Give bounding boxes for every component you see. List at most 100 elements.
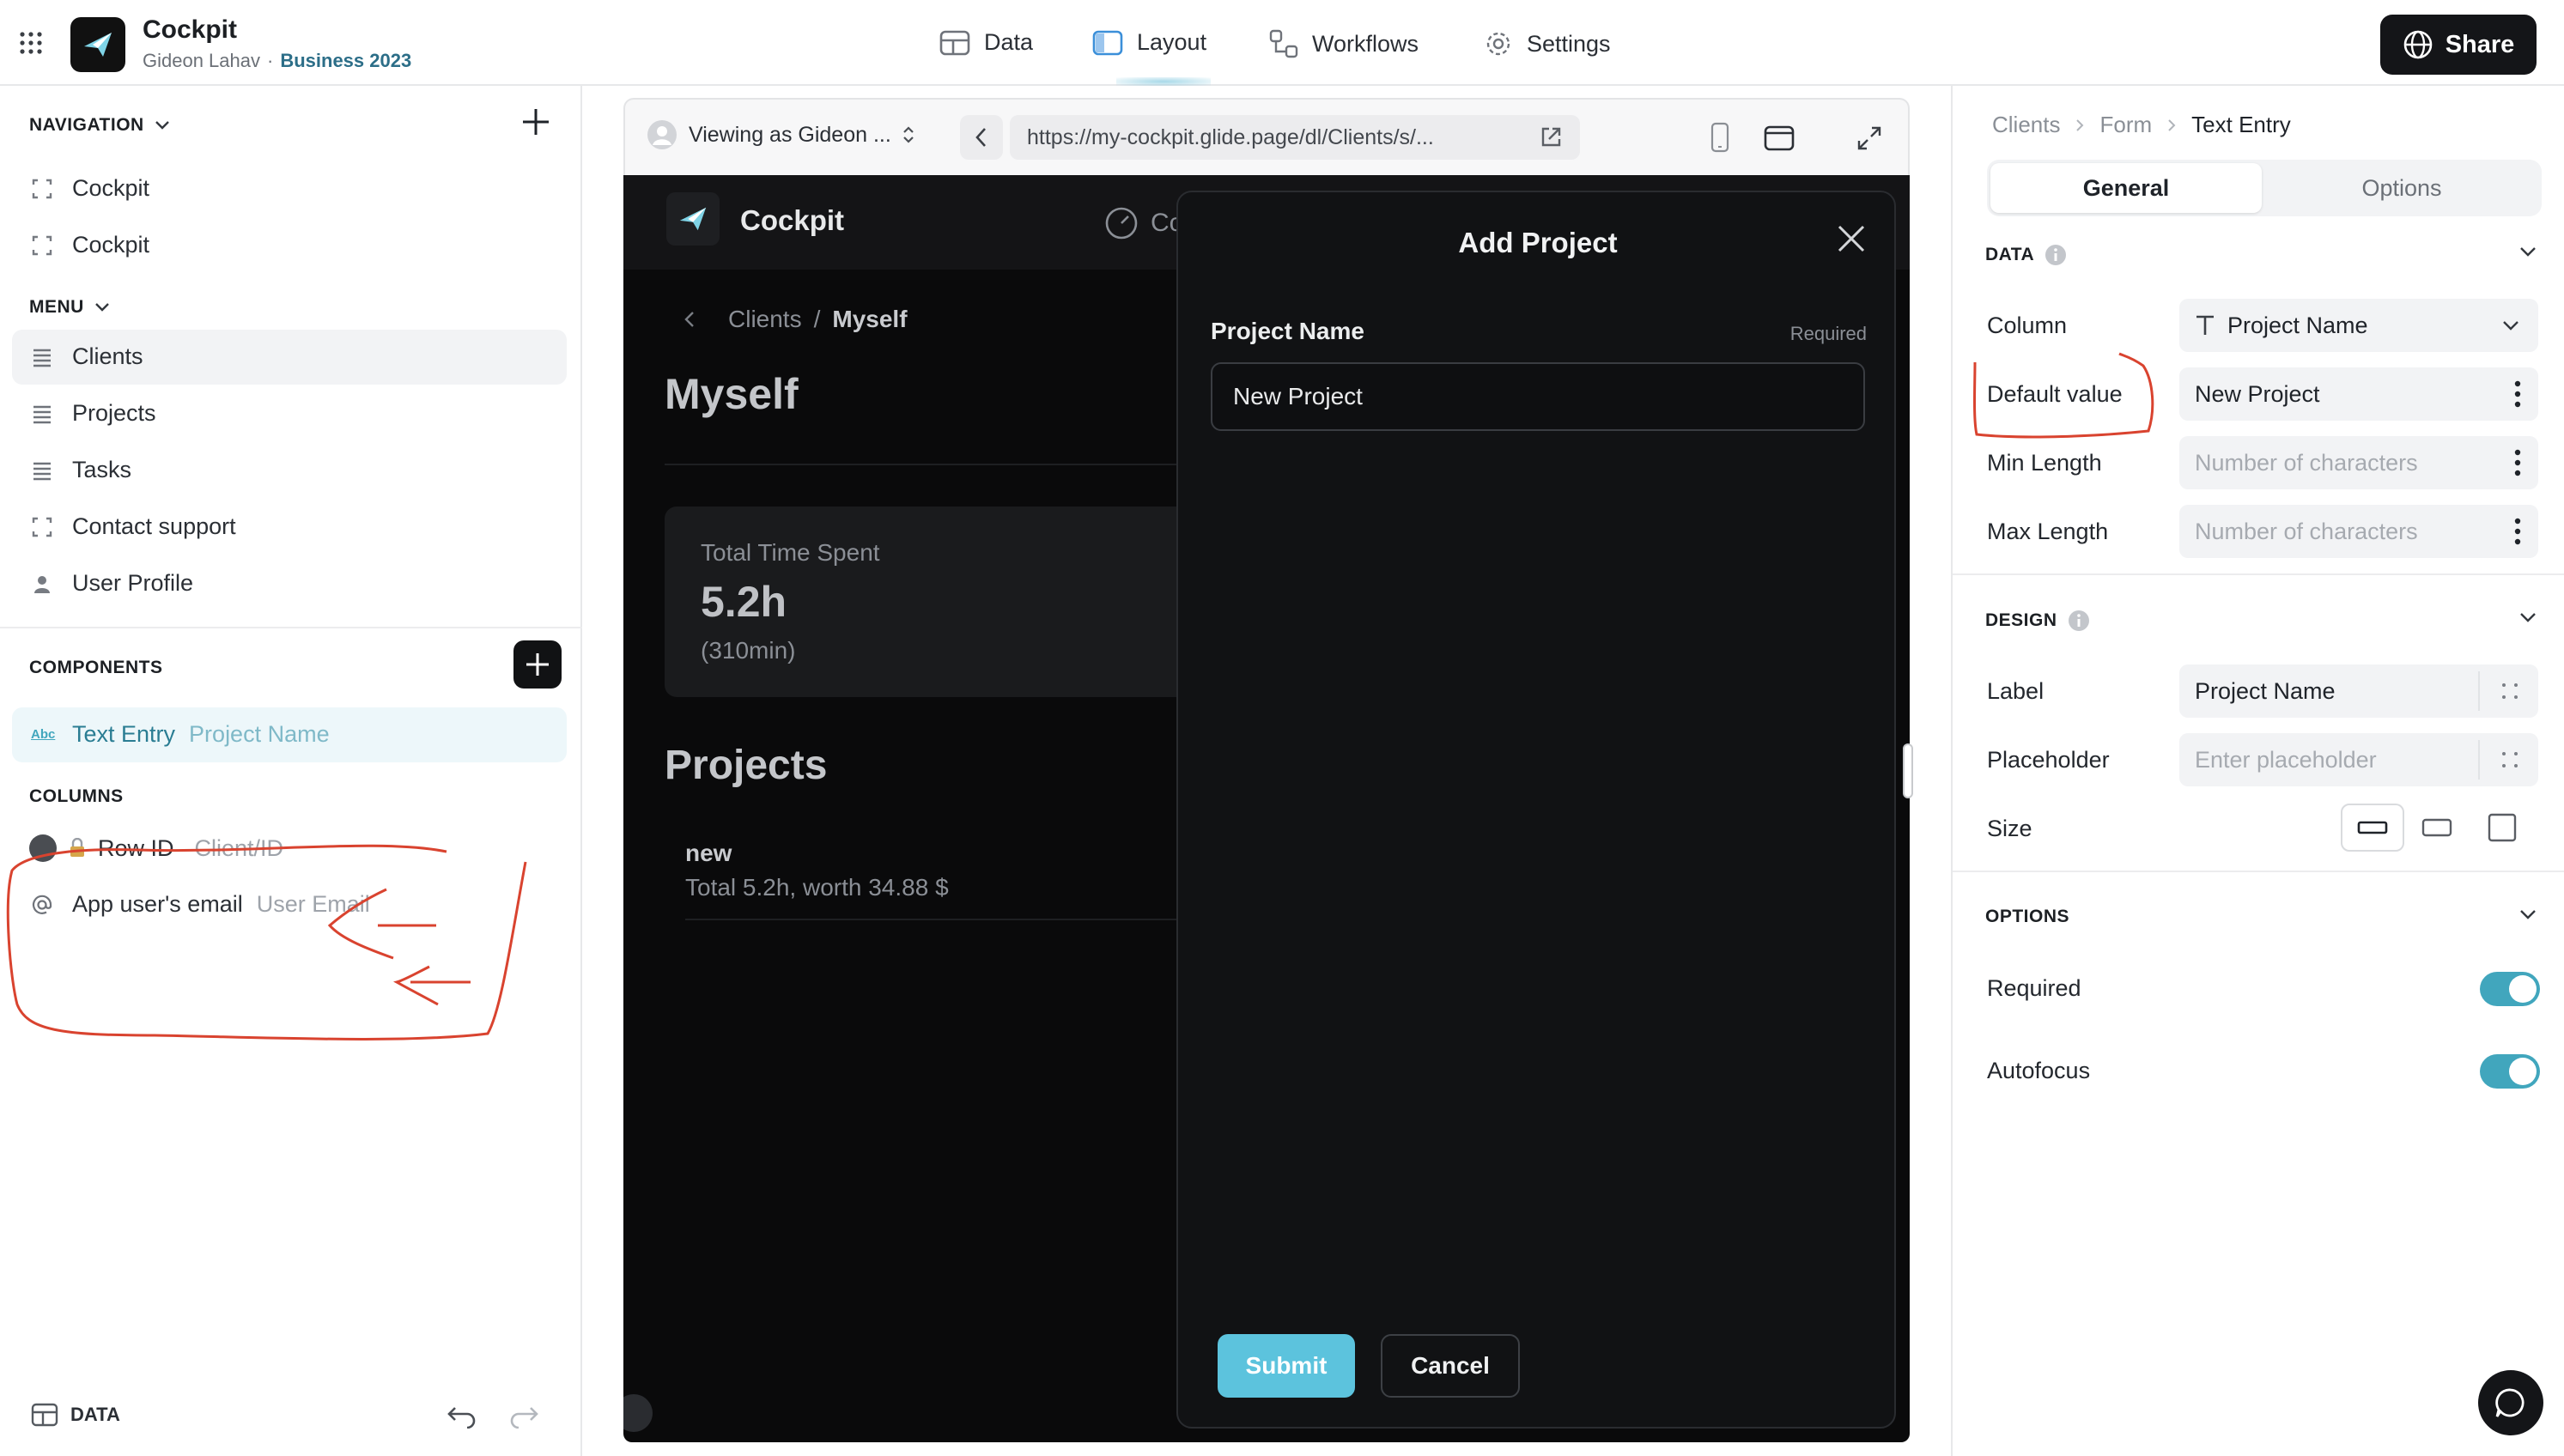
open-external-icon[interactable] [1539, 125, 1563, 149]
close-icon[interactable] [1836, 223, 1867, 254]
min-length-label: Min Length [1987, 450, 2102, 476]
chat-button[interactable] [2478, 1370, 2543, 1435]
right-divider [1953, 871, 2564, 872]
projects-heading: Projects [665, 743, 828, 788]
max-length-field[interactable]: Number of characters [2179, 505, 2538, 558]
properties-tabs: General Options [1987, 160, 2542, 216]
size-label: Size [1987, 816, 2032, 841]
navigation-header-label: NAVIGATION [29, 115, 144, 135]
add-project-modal: Add Project Project Name Required New Pr… [1176, 191, 1896, 1429]
collapse-design-icon[interactable] [2519, 611, 2537, 623]
label-field[interactable]: Project Name [2179, 664, 2538, 718]
binding-dots-icon[interactable] [2500, 682, 2519, 701]
more-vertical-icon[interactable] [2514, 448, 2521, 477]
project-title[interactable]: new [685, 840, 732, 867]
menu-item-projects[interactable]: Projects [31, 400, 156, 427]
submit-label: Submit [1245, 1352, 1328, 1379]
tab-settings[interactable]: Settings [1484, 29, 1611, 58]
breadcrumb-parent[interactable]: Clients [728, 306, 802, 333]
share-button[interactable]: Share [2380, 15, 2537, 75]
assistant-bubble[interactable] [623, 1394, 653, 1432]
size-small-icon [2357, 821, 2388, 834]
list-icon [33, 405, 51, 423]
redo-icon[interactable] [508, 1403, 539, 1429]
table-icon [939, 30, 970, 55]
menu-item-contact-support[interactable]: Contact support [31, 513, 236, 540]
menu-item-tasks[interactable]: Tasks [31, 457, 131, 483]
collapse-data-icon[interactable] [2519, 246, 2537, 258]
viewing-as-label: Viewing as Gideon ... [689, 122, 891, 147]
required-toggle[interactable] [2480, 972, 2540, 1006]
menu-item-clients[interactable]: Clients [31, 343, 143, 370]
placeholder-field[interactable]: Enter placeholder [2179, 733, 2538, 786]
size-medium-button[interactable] [2404, 804, 2470, 852]
menu-item-user-profile[interactable]: User Profile [31, 570, 193, 597]
nav-item-cockpit-2[interactable]: Cockpit [31, 232, 149, 258]
undo-icon[interactable] [447, 1403, 477, 1429]
layout-icon [1092, 30, 1123, 55]
gear-icon [1486, 32, 1510, 56]
top-bar: Cockpit Gideon Lahav · Business 2023 Dat… [0, 0, 2564, 86]
left-panel: NAVIGATION Cockpit Cockpit MENU Clients … [0, 86, 582, 1456]
frame-icon [32, 517, 52, 537]
component-name: Text Entry [72, 721, 176, 747]
app-grid-icon[interactable] [19, 31, 43, 55]
tab-options[interactable]: Options [2265, 163, 2538, 213]
data-footer-button[interactable]: DATA [31, 1403, 120, 1427]
more-vertical-icon[interactable] [2514, 517, 2521, 546]
project-name-input[interactable]: New Project [1211, 362, 1865, 431]
crumb-clients[interactable]: Clients [1992, 112, 2060, 138]
submit-button[interactable]: Submit [1218, 1334, 1355, 1398]
min-length-field[interactable]: Number of characters [2179, 436, 2538, 489]
info-icon [2045, 245, 2067, 265]
crumb-text-entry: Text Entry [2191, 112, 2291, 137]
metric-value: 5.2h [701, 578, 787, 626]
tab-workflows[interactable]: Workflows [1269, 29, 1419, 58]
nav-item-cockpit-1[interactable]: Cockpit [31, 175, 149, 202]
url-bar[interactable]: https://my-cockpit.glide.page/dl/Clients… [1010, 115, 1580, 160]
collapse-options-icon[interactable] [2519, 908, 2537, 920]
chevron-left-icon [975, 128, 986, 147]
more-vertical-icon[interactable] [2514, 379, 2521, 409]
chevron-right-icon [2076, 118, 2084, 131]
tab-general-label: General [2082, 174, 2170, 201]
url-text: https://my-cockpit.glide.page/dl/Clients… [1027, 124, 1434, 149]
tablet-view-icon[interactable] [1764, 125, 1795, 151]
user-icon [34, 575, 50, 593]
label-label: Label [1987, 678, 2045, 704]
tab-general[interactable]: General [1990, 163, 2262, 213]
right-panel: Clients Form Text Entry General Options … [1951, 86, 2564, 1456]
chevron-updown-icon [903, 126, 914, 143]
expand-icon[interactable] [1856, 125, 1882, 151]
column-select[interactable]: Project Name [2179, 299, 2538, 352]
app-preview-nav[interactable]: Cc [1104, 206, 1182, 240]
tab-layout[interactable]: Layout [1092, 29, 1206, 56]
app-plan: Business 2023 [280, 50, 412, 71]
metric-label: Total Time Spent [701, 539, 880, 566]
menu-header[interactable]: MENU [29, 297, 110, 318]
app-logo[interactable] [70, 17, 125, 72]
autofocus-toggle[interactable] [2480, 1054, 2540, 1089]
mobile-view-icon[interactable] [1710, 122, 1729, 153]
viewing-as-selector[interactable]: Viewing as Gideon ... [646, 118, 915, 151]
info-icon [2068, 610, 2089, 631]
size-small-button[interactable] [2341, 804, 2404, 852]
app-owner: Gideon Lahav [143, 50, 260, 71]
options-header-label: OPTIONS [1985, 907, 2070, 926]
menu-item-label: Tasks [72, 457, 132, 482]
resize-handle[interactable] [1903, 743, 1913, 798]
navigation-header[interactable]: NAVIGATION [29, 115, 170, 136]
back-button[interactable] [960, 115, 1003, 160]
tab-data[interactable]: Data [939, 29, 1033, 56]
cancel-button[interactable]: Cancel [1381, 1334, 1520, 1398]
tab-settings-label: Settings [1527, 30, 1611, 57]
default-value-field[interactable]: New Project [2179, 367, 2538, 421]
add-navigation-icon[interactable] [520, 106, 551, 137]
add-component-button[interactable] [513, 640, 562, 689]
binding-dots-icon[interactable] [2500, 750, 2519, 769]
app-preview-logo[interactable] [666, 192, 720, 246]
breadcrumb-current: Myself [832, 306, 908, 332]
size-large-button[interactable] [2470, 804, 2535, 852]
component-text-entry[interactable]: Abc Text Entry Project Name [31, 721, 330, 748]
crumb-form[interactable]: Form [2099, 112, 2152, 138]
